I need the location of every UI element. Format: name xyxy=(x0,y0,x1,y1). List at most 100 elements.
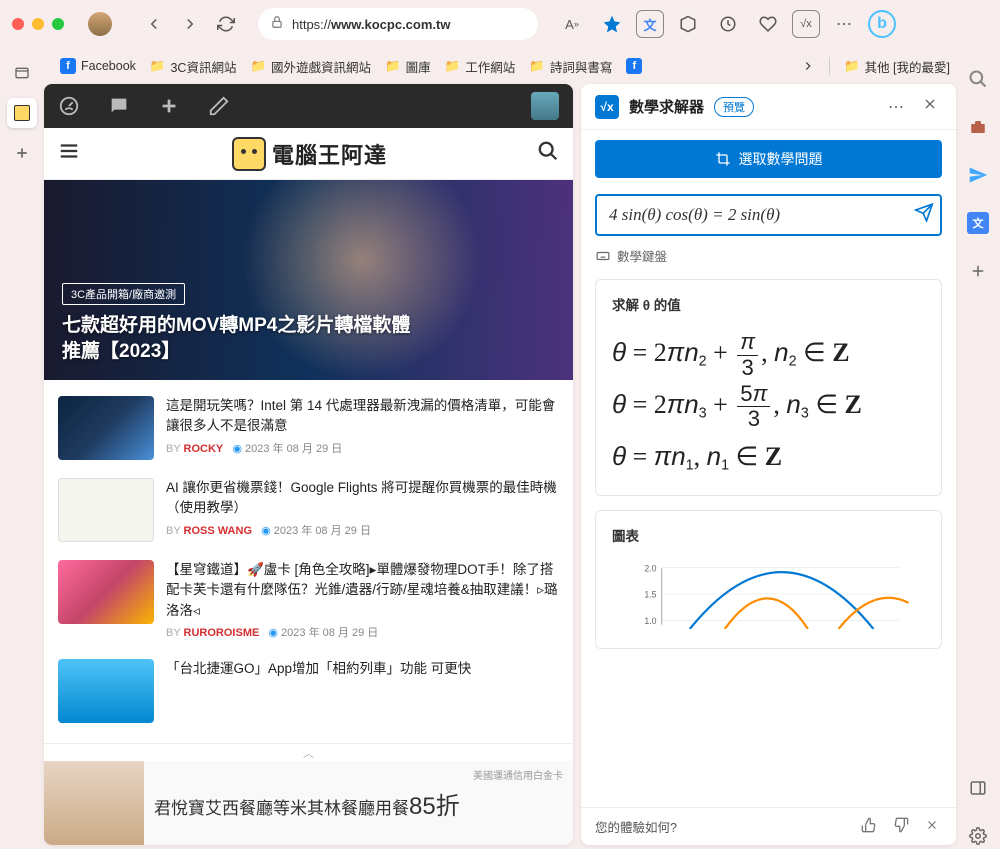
hero-article[interactable]: 3C產品開箱/廠商邀測 七款超好用的MOV轉MP4之影片轉檔軟體推薦【2023】 xyxy=(44,180,573,380)
math-input[interactable] xyxy=(595,194,942,236)
folder-icon: 📁 xyxy=(150,59,166,74)
chart-card: 圖表 2.0 1.5 1.0 xyxy=(595,510,942,649)
tab-item[interactable] xyxy=(7,98,37,128)
bookmark-item[interactable]: f xyxy=(626,58,642,74)
article-item[interactable]: 這是開玩笑嗎？Intel 第 14 代處理器最新洩漏的價格清單，可能會讓很多人不… xyxy=(58,396,559,460)
submit-icon[interactable] xyxy=(914,203,934,228)
user-avatar[interactable] xyxy=(531,92,559,120)
article-thumbnail xyxy=(58,560,154,624)
sidebar-layout-button[interactable] xyxy=(965,775,991,801)
article-thumbnail xyxy=(58,659,154,723)
history-button[interactable] xyxy=(712,8,744,40)
select-math-problem-button[interactable]: 選取數學問題 xyxy=(595,140,942,178)
webpage-pane: 電腦王阿達 3C產品開箱/廠商邀測 七款超好用的MOV轉MP4之影片轉檔軟體推薦… xyxy=(44,84,573,845)
article-meta: BY ROSS WANG ◉ 2023 年 08 月 29 日 xyxy=(166,523,559,540)
collapse-toggle[interactable]: ︿ xyxy=(44,743,573,761)
math-solver-toolbar-icon[interactable]: √x xyxy=(792,10,820,38)
solution-line: θ = 2πn3 + 5π3, n3 ∈ Z xyxy=(612,380,925,432)
math-panel-footer: 您的體驗如何? xyxy=(581,807,956,845)
article-meta: BY ROCKY ◉ 2023 年 08 月 29 日 xyxy=(166,441,559,458)
page-body: 3C產品開箱/廠商邀測 七款超好用的MOV轉MP4之影片轉檔軟體推薦【2023】… xyxy=(44,180,573,845)
reload-button[interactable] xyxy=(212,10,240,38)
dashboard-icon[interactable] xyxy=(58,95,80,117)
window-controls xyxy=(12,18,64,30)
bookmark-item[interactable]: 📁詩詞與書寫 xyxy=(529,57,612,76)
folder-icon: 📁 xyxy=(445,59,461,74)
facebook-icon: f xyxy=(626,58,642,74)
math-keyboard-link[interactable]: 數學鍵盤 xyxy=(595,246,942,265)
more-button[interactable]: ⋯ xyxy=(828,8,860,40)
comment-icon[interactable] xyxy=(108,95,130,117)
translate-button[interactable]: 文 xyxy=(636,10,664,38)
bookmark-item[interactable]: 📁國外遊戲資訊網站 xyxy=(250,57,371,76)
article-item[interactable]: AI 讓你更省機票錢！Google Flights 將可提醒你買機票的最佳時機（… xyxy=(58,478,559,542)
bookmark-item[interactable]: 📁圖庫 xyxy=(385,57,431,76)
sidebar-search-icon[interactable] xyxy=(965,66,991,92)
close-feedback-icon[interactable] xyxy=(922,815,942,838)
article-item[interactable]: 「台北捷運GO」App增加「相約列車」功能 可更快 xyxy=(58,659,559,723)
site-header: 電腦王阿達 xyxy=(44,128,573,180)
collections-button[interactable] xyxy=(672,8,704,40)
text-size-button[interactable]: A» xyxy=(556,8,588,40)
ad-banner[interactable]: 美國運通信用白金卡 君悅寶艾西餐廳等米其林餐廳用餐85折 xyxy=(44,761,573,845)
sidebar-translate-icon[interactable]: 文 xyxy=(965,210,991,236)
profile-avatar[interactable] xyxy=(88,12,112,36)
more-icon[interactable]: ⋯ xyxy=(884,93,908,121)
ad-headline: 君悅寶艾西餐廳等米其林餐廳用餐85折 xyxy=(154,786,563,821)
bookmark-item[interactable]: fFacebook xyxy=(60,58,136,74)
bing-chat-button[interactable]: b xyxy=(868,10,896,38)
thumbs-up-icon[interactable] xyxy=(858,814,880,839)
solution-title: 求解 θ 的值 xyxy=(612,294,925,314)
keyboard-icon xyxy=(595,249,611,263)
thumbs-down-icon[interactable] xyxy=(890,814,912,839)
svg-text:1.5: 1.5 xyxy=(644,590,656,600)
close-window-button[interactable] xyxy=(12,18,24,30)
math-results-scroll[interactable]: 求解 θ 的值 θ = 2πn2 + π3, n2 ∈ Z θ = 2πn3 +… xyxy=(581,279,956,807)
browser-titlebar: https://www.kocpc.com.tw A» 文 √x ⋯ b xyxy=(0,0,1000,48)
article-title: 「台北捷運GO」App增加「相約列車」功能 可更快 xyxy=(166,659,559,679)
article-title: 【星穹鐵道】🚀盧卡 [角色全攻略]▸單體爆發物理DOT手！除了搭配卡芙卡還有什麼… xyxy=(166,560,559,621)
sidebar-add-button[interactable] xyxy=(965,258,991,284)
minimize-window-button[interactable] xyxy=(32,18,44,30)
folder-icon: 📁 xyxy=(529,59,545,74)
folder-icon: 📁 xyxy=(844,59,860,74)
sidebar-settings-button[interactable] xyxy=(965,823,991,849)
article-title: AI 讓你更省機票錢！Google Flights 將可提醒你買機票的最佳時機（… xyxy=(166,478,559,519)
bookmarks-bar: fFacebook 📁3C資訊網站 📁國外遊戲資訊網站 📁圖庫 📁工作網站 📁詩… xyxy=(0,48,1000,84)
forward-button[interactable] xyxy=(176,10,204,38)
maximize-window-button[interactable] xyxy=(52,18,64,30)
favorite-star-icon[interactable] xyxy=(596,8,628,40)
article-item[interactable]: 【星穹鐵道】🚀盧卡 [角色全攻略]▸單體爆發物理DOT手！除了搭配卡芙卡還有什麼… xyxy=(58,560,559,641)
ad-image xyxy=(44,761,144,845)
site-search-button[interactable] xyxy=(537,140,559,167)
close-icon[interactable] xyxy=(918,92,942,121)
performance-button[interactable] xyxy=(752,8,784,40)
feedback-prompt: 您的體驗如何? xyxy=(595,817,677,836)
back-button[interactable] xyxy=(140,10,168,38)
article-meta: BY RUROROISME ◉ 2023 年 08 月 29 日 xyxy=(166,625,559,642)
hero-category: 3C產品開箱/廠商邀測 xyxy=(62,283,185,305)
logo-icon xyxy=(232,137,266,171)
address-bar[interactable]: https://www.kocpc.com.tw xyxy=(258,8,538,40)
sidebar-tools-icon[interactable] xyxy=(965,114,991,140)
sidebar-strip: 文 xyxy=(956,48,1000,849)
hero-title: 七款超好用的MOV轉MP4之影片轉檔軟體推薦【2023】 xyxy=(62,313,555,366)
other-bookmarks-button[interactable]: 📁其他 [我的最愛] xyxy=(844,57,950,76)
lock-icon xyxy=(270,15,284,34)
article-thumbnail xyxy=(58,396,154,460)
url-text: https://www.kocpc.com.tw xyxy=(292,17,450,32)
sidebar-send-icon[interactable] xyxy=(965,162,991,188)
tab-actions-button[interactable] xyxy=(7,58,37,88)
math-input-wrap xyxy=(595,194,942,236)
solution-line: θ = 2πn2 + π3, n2 ∈ Z xyxy=(612,328,925,380)
bookmark-item[interactable]: 📁工作網站 xyxy=(445,57,516,76)
menu-button[interactable] xyxy=(58,140,82,167)
add-icon[interactable] xyxy=(158,95,180,117)
bookmark-overflow-button[interactable] xyxy=(801,59,815,73)
math-solver-icon: √x xyxy=(595,95,619,119)
site-logo[interactable]: 電腦王阿達 xyxy=(82,137,537,171)
bookmark-item[interactable]: 📁3C資訊網站 xyxy=(150,57,237,76)
new-tab-button[interactable] xyxy=(7,138,37,168)
solution-line: θ = πn1, n1 ∈ Z xyxy=(612,432,925,481)
edit-icon[interactable] xyxy=(208,95,230,117)
